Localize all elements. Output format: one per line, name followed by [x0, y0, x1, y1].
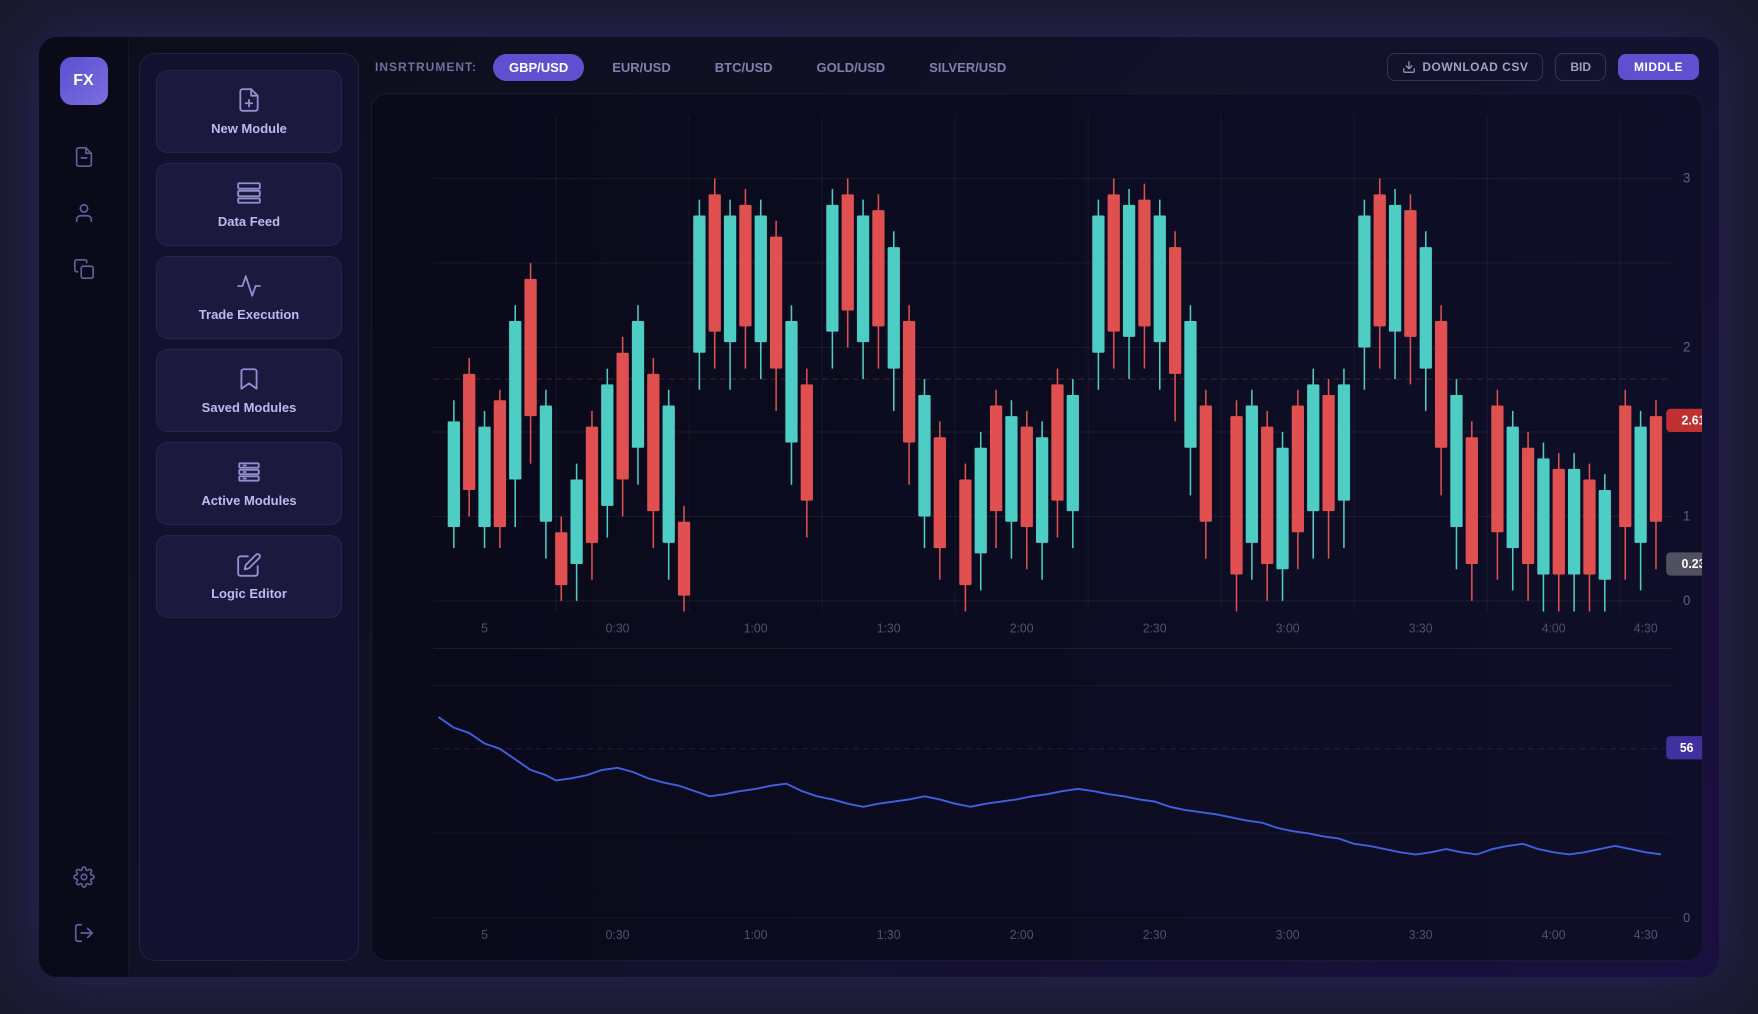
nav-logout[interactable] — [60, 909, 108, 957]
data-feed-icon — [236, 180, 262, 206]
svg-text:1:00: 1:00 — [744, 928, 768, 942]
modules-sidebar: New Module Data Feed Trade Execution — [139, 53, 359, 961]
chart-container: 3 2 1 0 2.617 0.234 — [371, 93, 1703, 961]
svg-text:0: 0 — [1683, 911, 1690, 925]
download-csv-button[interactable]: DOWNLOAD CSV — [1387, 53, 1543, 81]
svg-text:1:00: 1:00 — [744, 621, 768, 635]
instrument-gold-usd[interactable]: GOLD/USD — [801, 54, 902, 81]
svg-text:0:30: 0:30 — [606, 621, 630, 635]
new-module-label: New Module — [211, 121, 287, 136]
svg-text:1:30: 1:30 — [877, 928, 901, 942]
instrument-label: INSRTRUMENT: — [375, 60, 477, 74]
download-icon — [1402, 60, 1416, 74]
nav-copy[interactable] — [60, 245, 108, 293]
active-modules-label: Active Modules — [201, 493, 296, 508]
svg-text:3:00: 3:00 — [1276, 928, 1300, 942]
active-modules-icon — [236, 459, 262, 485]
logic-editor-icon — [236, 552, 262, 578]
chart-area: INSRTRUMENT: GBP/USD EUR/USD BTC/USD GOL… — [359, 37, 1719, 977]
svg-text:2:30: 2:30 — [1143, 928, 1167, 942]
nav-settings[interactable] — [60, 853, 108, 901]
saved-modules-icon — [236, 366, 262, 392]
svg-text:0: 0 — [1683, 593, 1690, 608]
svg-text:1:30: 1:30 — [877, 621, 901, 635]
icon-sidebar: FX — [39, 37, 129, 977]
trade-execution-label: Trade Execution — [199, 307, 299, 322]
nav-document[interactable] — [60, 133, 108, 181]
module-card-new-module[interactable]: New Module — [156, 70, 342, 153]
new-module-icon — [236, 87, 262, 113]
svg-text:4:00: 4:00 — [1542, 621, 1566, 635]
saved-modules-label: Saved Modules — [202, 400, 297, 415]
nav-user[interactable] — [60, 189, 108, 237]
instrument-gbp-usd[interactable]: GBP/USD — [493, 54, 584, 81]
bid-button[interactable]: BID — [1555, 53, 1606, 81]
svg-text:0:30: 0:30 — [606, 928, 630, 942]
svg-text:1: 1 — [1683, 508, 1690, 523]
svg-text:4:00: 4:00 — [1542, 928, 1566, 942]
svg-text:3:30: 3:30 — [1409, 928, 1433, 942]
svg-text:4:30: 4:30 — [1634, 621, 1658, 635]
svg-text:5: 5 — [481, 621, 488, 635]
instrument-silver-usd[interactable]: SILVER/USD — [913, 54, 1022, 81]
svg-text:3:00: 3:00 — [1276, 621, 1300, 635]
svg-text:2.617: 2.617 — [1682, 413, 1702, 427]
svg-text:2:00: 2:00 — [1010, 928, 1034, 942]
svg-text:2:30: 2:30 — [1143, 621, 1167, 635]
svg-text:0.234: 0.234 — [1682, 557, 1702, 571]
middle-button[interactable]: MIDDLE — [1618, 54, 1699, 80]
svg-text:2: 2 — [1683, 339, 1690, 354]
module-card-active-modules[interactable]: Active Modules — [156, 442, 342, 525]
chart-toolbar: INSRTRUMENT: GBP/USD EUR/USD BTC/USD GOL… — [371, 53, 1703, 81]
data-feed-label: Data Feed — [218, 214, 280, 229]
svg-text:5: 5 — [481, 928, 488, 942]
module-card-saved-modules[interactable]: Saved Modules — [156, 349, 342, 432]
module-card-data-feed[interactable]: Data Feed — [156, 163, 342, 246]
svg-text:4:30: 4:30 — [1634, 928, 1658, 942]
svg-text:2:00: 2:00 — [1010, 621, 1034, 635]
trade-execution-icon — [236, 273, 262, 299]
svg-text:56: 56 — [1680, 741, 1694, 755]
chart-svg: 3 2 1 0 2.617 0.234 — [372, 94, 1702, 960]
module-card-logic-editor[interactable]: Logic Editor — [156, 535, 342, 618]
svg-text:3:30: 3:30 — [1409, 621, 1433, 635]
module-card-trade-execution[interactable]: Trade Execution — [156, 256, 342, 339]
logo: FX — [60, 57, 108, 105]
logic-editor-label: Logic Editor — [211, 586, 287, 601]
instrument-btc-usd[interactable]: BTC/USD — [699, 54, 789, 81]
svg-text:3: 3 — [1683, 171, 1690, 186]
instrument-eur-usd[interactable]: EUR/USD — [596, 54, 687, 81]
